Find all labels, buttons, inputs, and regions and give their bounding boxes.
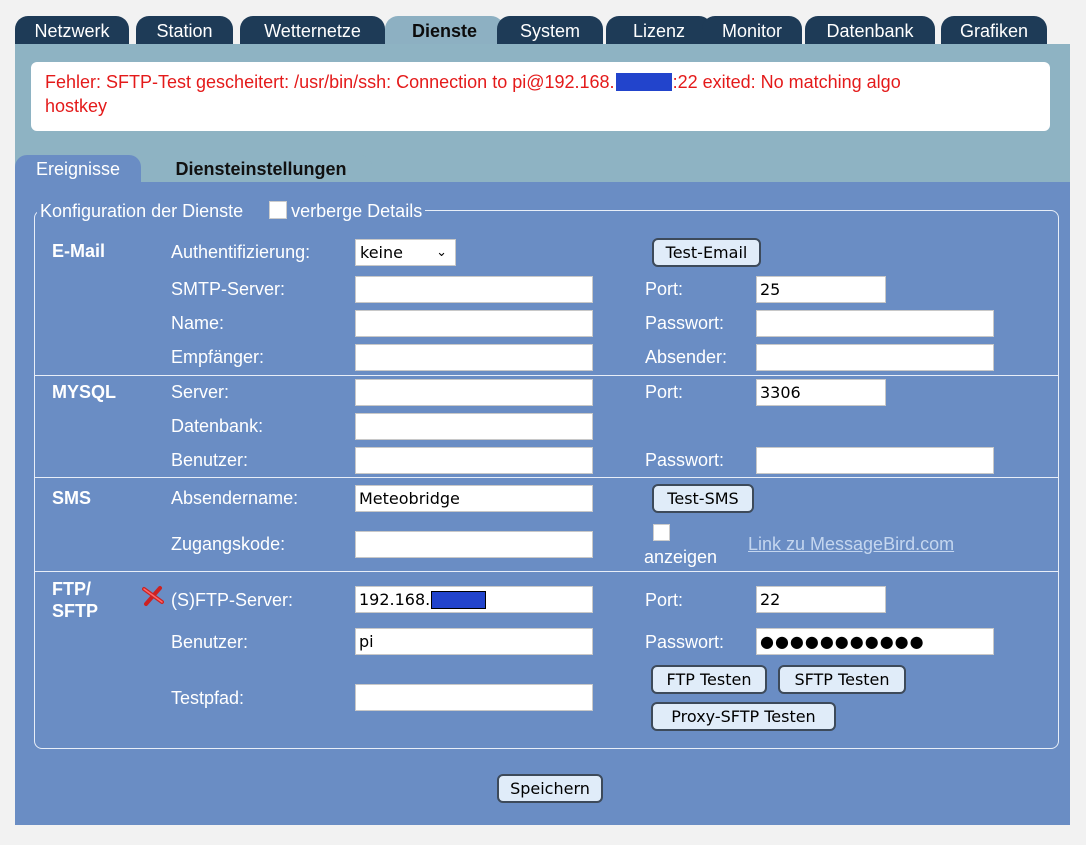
ftp-testpath-label: Testpfad: [171, 688, 245, 708]
tab-wetternetze[interactable]: Wetternetze [240, 16, 385, 46]
mysql-server-label: Server: [171, 382, 230, 402]
email-sender-label: Absender: [645, 347, 728, 367]
ftp-server-label: (S)FTP-Server: [171, 590, 294, 610]
ftp-port-label: Port: [645, 590, 684, 610]
mysql-password-label: Passwort: [645, 450, 725, 470]
sms-access-code-label: Zugangskode: [171, 534, 286, 554]
section-ftp-line1: FTP/ [52, 579, 91, 599]
mysql-database-label: Datenbank: [171, 416, 264, 436]
proxy-sftp-test-button[interactable]: Proxy-SFTP Testen [651, 702, 836, 731]
config-legend-title: Konfiguration der Dienste [40, 201, 244, 221]
tab-datenbank[interactable]: Datenbank [805, 16, 935, 46]
mysql-password-input[interactable] [756, 447, 994, 474]
ftp-password-input[interactable]: ●●●●●●●●●●● [756, 628, 994, 655]
tab-grafiken[interactable]: Grafiken [941, 16, 1047, 46]
subtab-diensteinstellungen[interactable]: Diensteinstellungen [150, 155, 372, 183]
email-recipient-label: Empfänger: [171, 347, 265, 367]
section-divider [34, 375, 1059, 376]
show-access-code-checkbox[interactable] [653, 524, 670, 541]
redacted-ip-block [615, 73, 672, 91]
mysql-server-input[interactable] [355, 379, 593, 406]
tab-dienste[interactable]: Dienste [385, 16, 504, 46]
email-name-label: Name: [171, 313, 225, 333]
tab-lizenz[interactable]: Lizenz [606, 16, 712, 46]
mysql-database-input[interactable] [355, 413, 593, 440]
sms-sender-name-label: Absendername: [171, 488, 299, 508]
sms-access-code-input[interactable] [355, 531, 593, 558]
mysql-user-label: Benutzer: [171, 450, 249, 470]
error-x-icon [142, 586, 164, 606]
mysql-port-input[interactable]: 3306 [756, 379, 886, 406]
tab-station[interactable]: Station [136, 16, 233, 46]
main-tab-bar: Netzwerk Station Wetternetze Dienste Sys… [15, 14, 1070, 46]
section-ftp-line2: SFTP [52, 601, 99, 621]
section-ftp-sftp: FTP/ SFTP [52, 578, 98, 622]
subtab-ereignisse[interactable]: Ereignisse [15, 155, 141, 183]
email-recipient-input[interactable] [355, 344, 593, 371]
tab-monitor[interactable]: Monitor [702, 16, 802, 46]
email-auth-value: keine [360, 243, 403, 262]
error-text-line2: hostkey [45, 96, 108, 116]
section-email: E-Mail [52, 241, 106, 261]
messagebird-link[interactable]: Link zu MessageBird.com [748, 532, 954, 556]
email-password-label: Passwort: [645, 313, 725, 333]
sms-sender-name-input[interactable]: Meteobridge [355, 485, 593, 512]
smtp-server-input[interactable] [355, 276, 593, 303]
redacted-ip-block [431, 591, 487, 609]
error-text-prefix: Fehler: SFTP-Test gescheitert: /usr/bin/… [45, 72, 615, 92]
chevron-down-icon: ⌄ [436, 245, 447, 260]
email-name-input[interactable] [355, 310, 593, 337]
test-sms-button[interactable]: Test-SMS [652, 484, 754, 513]
sftp-test-button[interactable]: SFTP Testen [778, 665, 906, 694]
show-access-code-label: anzeigen [644, 547, 718, 567]
test-email-button[interactable]: Test-Email [652, 238, 761, 267]
save-button[interactable]: Speichern [497, 774, 603, 803]
section-mysql: MYSQL [52, 382, 117, 402]
hide-details-label: verberge Details [291, 201, 423, 221]
ftp-user-input[interactable]: pi [355, 628, 593, 655]
mysql-user-input[interactable] [355, 447, 593, 474]
ftp-server-input[interactable]: 192.168. [355, 586, 593, 613]
ftp-user-label: Benutzer: [171, 632, 249, 652]
sub-tab-bar: Ereignisse Diensteinstellungen [15, 155, 1070, 183]
error-text-suffix: :22 exited: No matching algo [672, 72, 901, 92]
email-port-input[interactable]: 25 [756, 276, 886, 303]
services-settings-panel: Konfiguration der Dienste verberge Detail… [15, 182, 1070, 825]
smtp-server-label: SMTP-Server: [171, 279, 286, 299]
email-sender-input[interactable] [756, 344, 994, 371]
email-auth-select[interactable]: keine ⌄ [355, 239, 456, 266]
tab-netzwerk[interactable]: Netzwerk [15, 16, 129, 46]
section-sms: SMS [52, 488, 92, 508]
page: Netzwerk Station Wetternetze Dienste Sys… [15, 0, 1070, 825]
section-divider [34, 571, 1059, 572]
email-password-input[interactable] [756, 310, 994, 337]
error-message: Fehler: SFTP-Test gescheitert: /usr/bin/… [31, 62, 1050, 131]
ftp-test-button[interactable]: FTP Testen [651, 665, 767, 694]
ftp-server-value: 192.168. [359, 590, 431, 609]
config-legend: Konfiguration der Dienste verberge Detail… [37, 200, 426, 222]
mysql-port-label: Port: [645, 382, 684, 402]
hide-details-checkbox[interactable] [269, 201, 288, 219]
tab-system[interactable]: System [497, 16, 603, 46]
section-divider [34, 477, 1059, 478]
ftp-testpath-input[interactable] [355, 684, 593, 711]
email-auth-label: Authentifizierung: [171, 242, 311, 262]
ftp-port-input[interactable]: 22 [756, 586, 886, 613]
email-port-label: Port: [645, 279, 684, 299]
ftp-password-label: Passwort: [645, 632, 725, 652]
